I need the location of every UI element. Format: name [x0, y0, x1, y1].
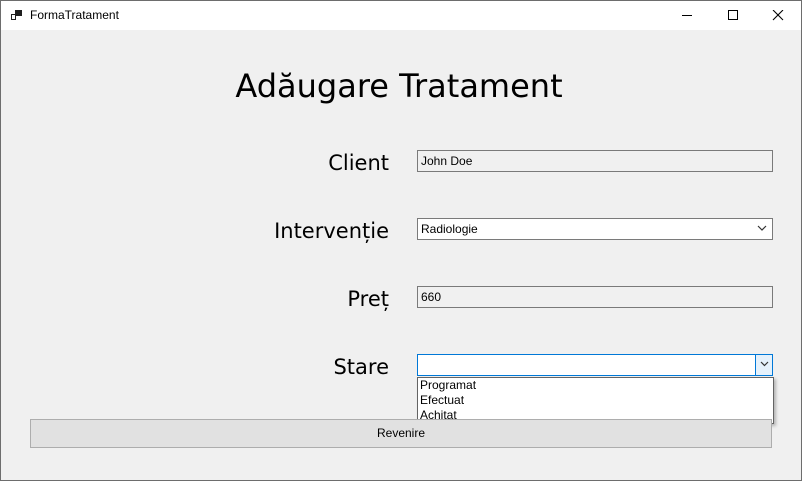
- chevron-down-icon: [757, 225, 767, 231]
- client-label: Client: [328, 151, 389, 175]
- pret-label: Preț: [347, 287, 389, 311]
- chevron-down-icon: [760, 361, 769, 367]
- revenire-button[interactable]: Revenire: [30, 419, 772, 448]
- interventie-selected-value: Radiologie: [421, 222, 478, 236]
- close-icon: [772, 10, 784, 21]
- minimize-button[interactable]: [664, 1, 710, 30]
- client-field[interactable]: John Doe: [417, 150, 773, 172]
- stare-select[interactable]: [417, 354, 773, 376]
- stare-options-list: Programat Efectuat Achitat: [417, 377, 774, 424]
- form-heading: Adăugare Tratament: [235, 67, 563, 105]
- maximize-icon: [728, 10, 738, 20]
- pret-field[interactable]: 660: [417, 286, 773, 308]
- interventie-label: Intervenție: [274, 219, 389, 243]
- minimize-icon: [682, 15, 692, 16]
- stare-label: Stare: [333, 355, 389, 379]
- stare-option-efectuat[interactable]: Efectuat: [418, 393, 773, 408]
- stare-option-programat[interactable]: Programat: [418, 378, 773, 393]
- title-bar: FormaTratament: [1, 1, 801, 30]
- maximize-button[interactable]: [710, 1, 756, 30]
- window-title: FormaTratament: [30, 8, 119, 22]
- close-button[interactable]: [755, 1, 801, 30]
- interventie-select[interactable]: Radiologie: [417, 218, 773, 240]
- app-icon: [11, 10, 22, 20]
- stare-dropdown-button[interactable]: [755, 355, 772, 375]
- app-window: FormaTratament Adăugare Tratament Client…: [0, 0, 802, 481]
